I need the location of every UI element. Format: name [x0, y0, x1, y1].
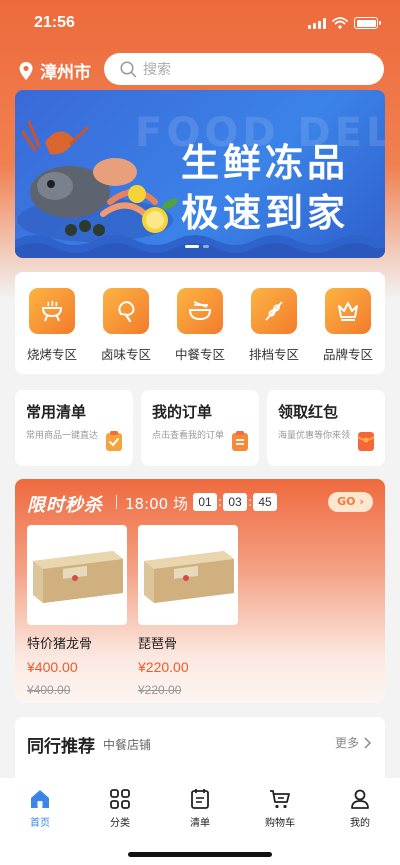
search-input[interactable]: 搜索 — [104, 53, 384, 85]
noodle-bowl-icon — [177, 288, 223, 334]
category-label: 烧烤专区 — [26, 347, 77, 362]
countdown-seconds: 45 — [253, 493, 277, 511]
grid-icon — [110, 789, 130, 809]
category-brand[interactable]: 品牌专区 — [313, 288, 383, 374]
my-orders-card[interactable]: 我的订单 点击查看我的订单 — [141, 390, 259, 466]
product-original-price: ¥220.00 — [138, 683, 182, 697]
home-indicator — [128, 852, 272, 857]
wifi-icon — [332, 17, 348, 29]
product-image — [27, 525, 127, 625]
tab-list[interactable]: 清单 — [160, 788, 240, 829]
product-original-price: ¥400.00 — [27, 683, 71, 697]
tab-cart[interactable]: 购物车 — [240, 788, 320, 829]
category-grid: 烧烤专区 卤味专区 中餐专区 排档专区 品牌专区 — [15, 272, 385, 374]
city-selector[interactable]: 漳州市 — [18, 58, 91, 83]
product-image — [138, 525, 238, 625]
banner-headline: 生鲜冻品 — [181, 141, 350, 185]
tab-label: 首页 — [30, 818, 50, 829]
status-bar: 21:56 — [0, 0, 400, 48]
cardboard-box-icon — [144, 551, 234, 603]
more-link[interactable]: 更多 — [335, 734, 371, 751]
countdown-minutes: 03 — [223, 493, 247, 511]
category-label: 排档专区 — [248, 347, 299, 362]
card-title: 常用清单 — [26, 403, 87, 421]
tab-profile[interactable]: 我的 — [320, 788, 400, 829]
card-description: 常用商品一键直达 — [26, 431, 99, 441]
drumstick-icon — [103, 288, 149, 334]
go-button[interactable]: GO › — [328, 492, 373, 512]
battery-icon — [354, 17, 381, 29]
clipboard-icon — [232, 431, 248, 451]
card-title: 我的订单 — [152, 403, 213, 421]
sale-session: 18:00 场 — [125, 495, 188, 513]
red-packet-card[interactable]: 领取红包 海量优惠等你来领 — [267, 390, 385, 466]
category-label: 品牌专区 — [322, 347, 373, 362]
carousel-indicator — [185, 245, 209, 248]
quick-entry-row: 常用清单 常用商品一键直达 我的订单 点击查看我的订单 领取红包 海量优惠等你来… — [15, 390, 385, 466]
category-braised[interactable]: 卤味专区 — [91, 288, 161, 374]
location-pin-icon — [19, 61, 33, 80]
category-label: 卤味专区 — [100, 347, 151, 362]
search-placeholder: 搜索 — [143, 62, 171, 78]
frequent-list-card[interactable]: 常用清单 常用商品一键直达 — [15, 390, 133, 466]
chevron-right-icon — [364, 736, 371, 749]
product-price: ¥400.00 — [27, 659, 78, 675]
chevron-right-icon: › — [359, 495, 364, 508]
tab-category[interactable]: 分类 — [80, 788, 160, 829]
checklist-icon — [106, 431, 122, 451]
user-icon — [351, 789, 369, 809]
tab-label: 购物车 — [265, 818, 295, 829]
flash-sale-title: 限时秒杀 — [27, 495, 103, 516]
flash-sale-section: 限时秒杀 18:00 场 01 : 03 : 45 GO › 特价猪龙骨 ¥40… — [15, 479, 385, 703]
recommend-section: 同行推荐 中餐店铺 更多 — [15, 717, 385, 787]
countdown-timer: 01 : 03 : 45 — [193, 493, 277, 511]
section-title: 同行推荐 — [27, 737, 95, 757]
tab-label: 分类 — [110, 818, 130, 829]
status-time: 21:56 — [34, 14, 75, 31]
crown-icon — [325, 288, 371, 334]
skewer-icon — [251, 288, 297, 334]
search-icon — [120, 60, 137, 77]
product-card[interactable]: 琵琶骨 ¥220.00 ¥220.00 — [138, 525, 238, 697]
product-name: 特价猪龙骨 — [27, 637, 93, 652]
red-envelope-icon — [357, 432, 375, 451]
go-label: GO — [337, 495, 356, 508]
status-icons — [308, 17, 381, 29]
product-price: ¥220.00 — [138, 659, 189, 675]
section-subtitle: 中餐店铺 — [103, 738, 152, 752]
cardboard-box-icon — [33, 551, 123, 603]
list-icon — [191, 789, 209, 809]
bottom-tab-bar: 首页 分类 清单 购物车 我的 — [0, 778, 400, 865]
category-stall[interactable]: 排档专区 — [239, 288, 309, 374]
card-description: 海量优惠等你来领 — [278, 431, 351, 441]
product-card[interactable]: 特价猪龙骨 ¥400.00 ¥400.00 — [27, 525, 127, 697]
tab-label: 我的 — [350, 818, 370, 829]
tab-label: 清单 — [190, 818, 210, 829]
category-label: 中餐专区 — [174, 347, 225, 362]
grill-icon — [29, 288, 75, 334]
category-chinese[interactable]: 中餐专区 — [165, 288, 235, 374]
card-title: 领取红包 — [278, 403, 339, 421]
category-bbq[interactable]: 烧烤专区 — [17, 288, 87, 374]
tab-home[interactable]: 首页 — [0, 788, 80, 829]
card-description: 点击查看我的订单 — [152, 431, 225, 441]
signal-icon — [308, 17, 326, 29]
home-icon — [31, 790, 49, 808]
more-label: 更多 — [334, 736, 359, 750]
countdown-hours: 01 — [193, 493, 217, 511]
product-name: 琵琶骨 — [138, 637, 178, 652]
cart-icon — [270, 790, 290, 809]
wave-decoration — [15, 235, 385, 258]
promo-banner[interactable]: FOOD DELIVERY 生鲜冻品 极速到家 — [15, 90, 385, 258]
city-label: 漳州市 — [40, 63, 91, 83]
divider — [116, 495, 117, 509]
